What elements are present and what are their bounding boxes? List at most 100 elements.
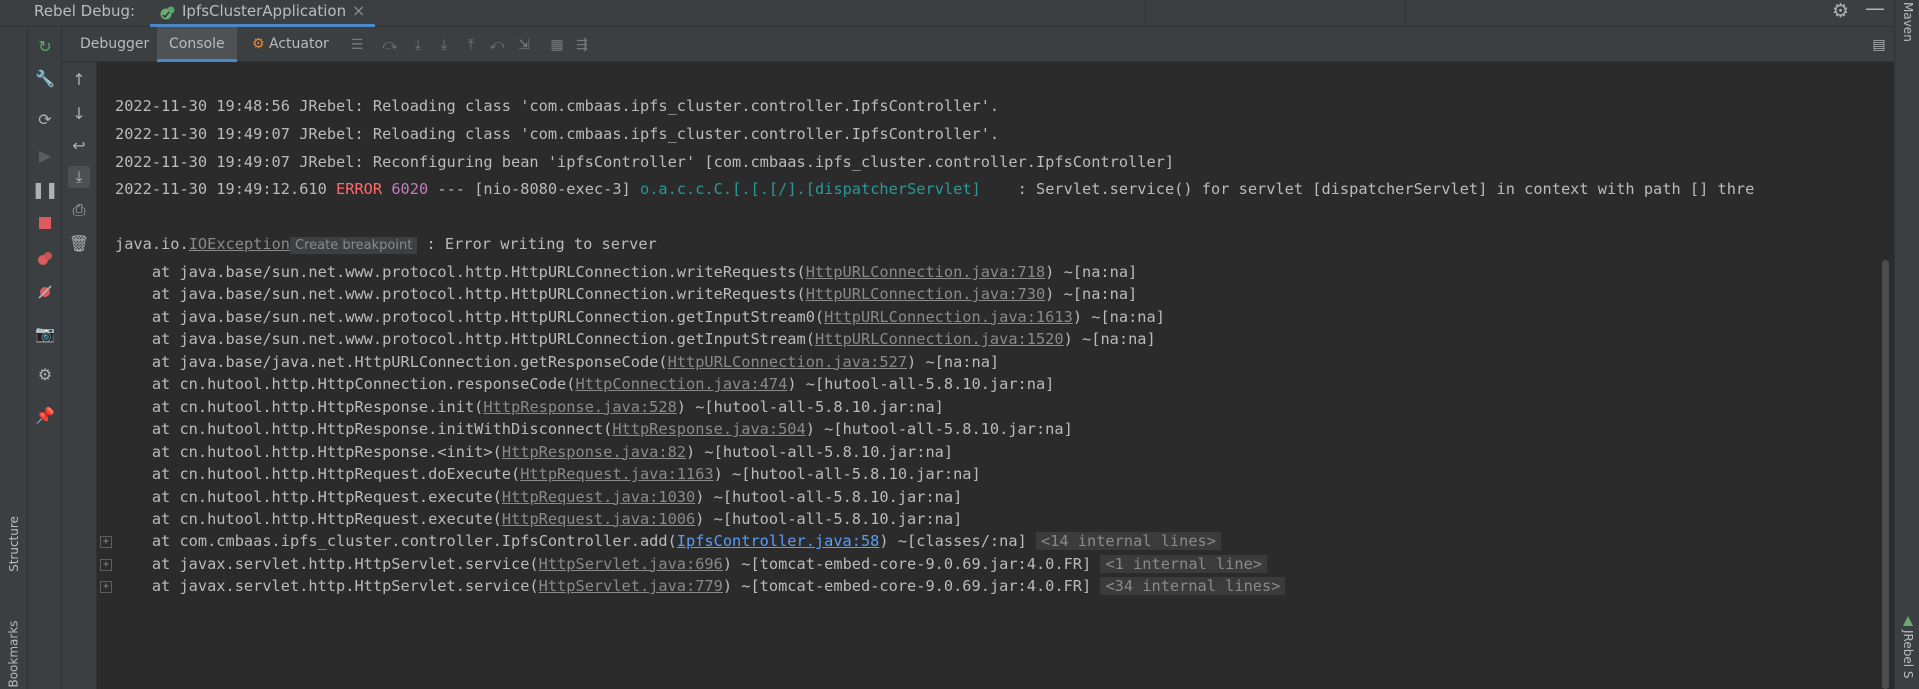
wrench-icon[interactable]: 🔧 [34,67,56,89]
internal-lines-fold[interactable]: <1 internal line> [1100,554,1268,573]
source-link[interactable]: HttpResponse.java:528 [483,398,676,416]
jrebel-label: JRebel S [1901,630,1915,679]
frame-jar: ) ~[hutool-all-5.8.10.jar:na] [695,487,963,506]
frame-method: at java.base/sun.net.www.protocol.http.H… [115,263,806,281]
actuator-icon: ⚙ [252,36,265,52]
frame-method: at cn.hutool.http.HttpResponse.<init>( [115,442,502,461]
frame-method: at cn.hutool.http.HttpRequest.execute( [115,509,502,528]
expand-fold-icon[interactable]: + [100,581,112,594]
pin-icon[interactable]: 📌 [34,404,56,426]
frame-method: at java.base/sun.net.www.protocol.http.H… [115,307,825,326]
frame-method: at cn.hutool.http.HttpResponse.init( [115,397,484,416]
rerun-icon[interactable]: ↻ [34,35,56,57]
internal-lines-fold[interactable]: <14 internal lines> [1035,532,1221,551]
frame-method: at javax.servlet.http.HttpServlet.servic… [115,577,539,596]
source-link[interactable]: HttpURLConnection.java:730 [806,285,1045,303]
source-link[interactable]: HttpURLConnection.java:718 [806,263,1045,281]
pause-icon[interactable]: ❚❚ [32,178,59,200]
frame-jar: ) ~[classes/:na] [879,532,1027,551]
tab-actuator[interactable]: ⚙ Actuator [252,27,329,62]
exception-class-link[interactable]: IOException [189,235,290,253]
show-execution-point-icon[interactable]: ⤼ [380,35,400,55]
drop-frame-icon[interactable]: ⤺ [487,35,507,55]
frame-jar: ) ~[hutool-all-5.8.10.jar:na] [686,442,954,461]
camera-icon[interactable]: 📷 [34,322,56,344]
tab-console[interactable]: Console [157,27,237,62]
restart-icon[interactable]: ⟳ [34,108,56,130]
trace-icon[interactable]: ⇶ [572,35,592,55]
exception-package: java.io. [115,235,189,253]
expand-fold-icon[interactable]: + [100,558,112,571]
gear-icon[interactable]: ⚙ [1832,0,1849,22]
source-link[interactable]: HttpResponse.java:82 [502,443,686,461]
frame-jar: ) ~[hutool-all-5.8.10.jar:na] [805,420,1073,439]
jrebel-tool-button[interactable]: JRebel S [1897,612,1919,689]
frame-method: at java.base/sun.net.www.protocol.http.H… [115,330,815,349]
frame-jar: ) ~[hutool-all-5.8.10.jar:na] [676,397,944,416]
console-output[interactable]: 2022-11-30 19:48:56 JRebel: Reloading cl… [97,62,1877,689]
source-link[interactable]: HttpServlet.java:696 [539,555,723,573]
bookmarks-tool-button[interactable]: Bookmarks [3,609,25,689]
thread: --- [nio-8080-exec-3] [428,180,640,198]
internal-lines-fold[interactable]: <34 internal lines> [1100,577,1286,596]
resume-icon[interactable]: ▶ [34,144,56,166]
source-link[interactable]: HttpURLConnection.java:527 [668,353,907,371]
frame-method: at java.base/java.net.HttpURLConnection.… [115,352,668,371]
mute-breakpoints-icon[interactable] [34,281,56,303]
maven-tool-button[interactable]: Maven [1897,2,1919,52]
source-link[interactable]: HttpRequest.java:1163 [520,465,713,483]
source-link[interactable]: HttpRequest.java:1006 [502,510,695,528]
tab-label: IpfsClusterApplication [182,2,347,20]
debug-tab-strip: Debugger Console ⚙ Actuator ☰ ⤼ ⤓ ⤓ ⤒ ⤺ … [62,27,1894,62]
frame-jar: ) ~[tomcat-embed-core-9.0.69.jar:4.0.FR] [722,577,1092,596]
frame-jar: ) ~[na:na] [907,352,1000,371]
layout-icon[interactable]: ▤ [1869,35,1889,55]
arrow-up-icon[interactable]: ↑ [68,68,90,90]
frame-jar: ) ~[hutool-all-5.8.10.jar:na] [787,375,1055,394]
tab-debugger[interactable]: Debugger [80,27,149,62]
arrow-down-icon[interactable]: ↓ [68,102,90,124]
title-bar: Rebel Debug: IpfsClusterApplication × ⚙ … [0,0,1919,27]
source-link[interactable]: HttpResponse.java:504 [612,420,805,438]
soft-wrap-icon[interactable]: ↩ [68,134,90,156]
step-over-icon[interactable]: ⤓ [408,35,428,55]
timestamp: 2022-11-30 19:49:12.610 [115,180,337,198]
frame-jar: ) ~[na:na] [1063,330,1156,349]
log-level: ERROR [336,180,383,198]
stack-frame-folded: at javax.servlet.http.HttpServlet.servic… [115,573,1286,601]
source-link[interactable]: HttpURLConnection.java:1520 [815,330,1064,348]
step-into-icon[interactable]: ⤓ [434,35,454,55]
tab-ipfs-cluster-application[interactable]: IpfsClusterApplication × [150,0,375,27]
title-separator [1145,0,1146,27]
source-link[interactable]: IpfsController.java:58 [677,532,880,550]
source-link[interactable]: HttpConnection.java:474 [575,375,787,393]
view-breakpoints-icon[interactable] [34,247,56,269]
error-message: : Servlet.service() for servlet [dispatc… [980,180,1755,198]
frame-method: at cn.hutool.http.HttpRequest.execute( [115,487,502,506]
title-separator [1405,0,1406,27]
run-to-cursor-icon[interactable]: ⇲ [514,35,534,55]
source-link[interactable]: HttpServlet.java:779 [539,577,723,595]
settings-icon[interactable]: ⚙ [34,363,56,385]
create-breakpoint-button[interactable]: Create breakpoint [290,237,418,254]
trash-icon[interactable]: 🗑 [68,232,90,254]
structure-tool-button[interactable]: Structure [3,499,25,589]
bookmarks-label: Bookmarks [7,620,22,688]
close-icon[interactable]: × [352,1,365,20]
frame-jar: ) ~[na:na] [1045,263,1138,281]
expand-fold-icon[interactable]: + [100,536,112,549]
scroll-to-end-icon[interactable]: ⤓ [68,166,90,188]
menu-icon[interactable]: ☰ [347,35,367,55]
minimize-icon[interactable]: — [1865,0,1885,20]
source-link[interactable]: HttpRequest.java:1030 [502,488,695,506]
step-out-icon[interactable]: ⤒ [461,35,481,55]
scrollbar-thumb[interactable] [1882,260,1889,689]
source-link[interactable]: HttpURLConnection.java:1613 [824,308,1073,326]
log-line: 2022-11-30 19:49:07 JRebel: Reconfigurin… [115,153,1175,171]
evaluate-icon[interactable]: ▦ [547,35,567,55]
frame-method: at java.base/sun.net.www.protocol.http.H… [115,285,806,304]
log-line: 2022-11-30 19:48:56 JRebel: Reloading cl… [115,97,1000,115]
jrebel-icon [1903,616,1913,626]
stop-icon[interactable] [34,212,56,234]
print-icon[interactable]: ⎙ [68,199,90,221]
